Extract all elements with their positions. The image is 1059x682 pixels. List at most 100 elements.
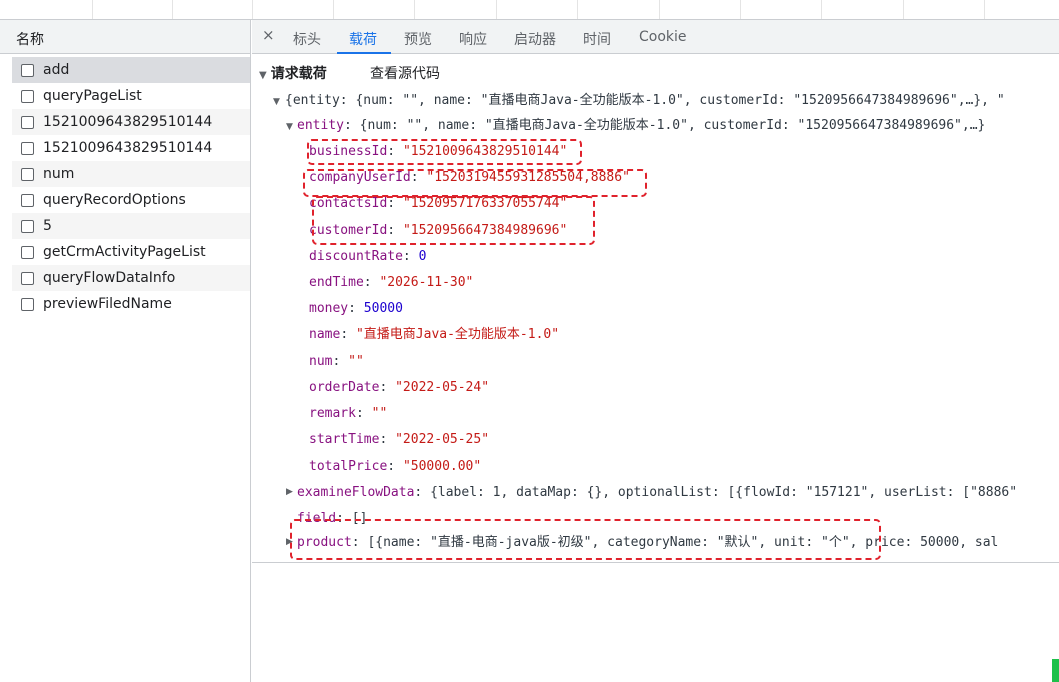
checkbox-icon[interactable]: [21, 89, 34, 103]
name-column-header[interactable]: 名称: [0, 20, 250, 54]
request-name: num: [43, 166, 75, 182]
field-row-endTime: endTime: "2026-11-30": [309, 275, 474, 290]
timeline-cell: [496, 0, 497, 19]
collapse-triangle-icon[interactable]: ▼: [286, 122, 293, 132]
field-key: discountRate: [309, 249, 403, 264]
request-row[interactable]: num: [12, 161, 250, 187]
request-name: 1521009643829510144: [43, 114, 213, 130]
field-key: startTime: [309, 432, 380, 447]
checkbox-icon[interactable]: [21, 219, 34, 233]
timeline-cell: [821, 0, 822, 19]
field-row-discountRate: discountRate: 0: [309, 249, 427, 264]
field-key: remark: [309, 406, 356, 421]
request-name: queryPageList: [43, 88, 142, 104]
timeline-cell: [92, 0, 93, 19]
request-name: 5: [43, 218, 52, 234]
field-key: money: [309, 301, 349, 316]
timeline-cell: [577, 0, 578, 19]
entity-key: entity: [297, 118, 344, 133]
field-value: "2026-11-30": [379, 275, 474, 290]
examine-summary: {label: 1, dataMap: {}, optionalList: [{…: [430, 485, 1018, 500]
field-value: "直播电商Java-全功能版本-1.0": [355, 327, 560, 342]
request-row-add[interactable]: add: [12, 57, 250, 83]
field-value: 0: [418, 249, 427, 264]
field-row-remark: remark: "": [309, 406, 388, 421]
field-row-startTime: startTime: "2022-05-25": [309, 432, 490, 447]
annotation-box-companyUserId: [303, 169, 647, 197]
tab-initiator[interactable]: 启动器: [514, 29, 556, 49]
request-name: 1521009643829510144: [43, 140, 213, 156]
request-row[interactable]: 1521009643829510144: [12, 135, 250, 161]
timeline-cell: [659, 0, 660, 19]
checkbox-icon[interactable]: [21, 141, 34, 155]
active-tab-indicator: [337, 52, 391, 54]
collapse-triangle-icon[interactable]: ▼: [273, 97, 280, 107]
timeline-strip: [0, 0, 1059, 20]
checkbox-icon[interactable]: [21, 167, 34, 181]
request-list-pane: 名称 add queryPageList 1521009643829510144…: [0, 20, 251, 682]
field-row-num: num: "": [309, 354, 364, 369]
request-row[interactable]: 5: [12, 213, 250, 239]
checkbox-icon[interactable]: [21, 115, 34, 129]
timeline-cell: [172, 0, 173, 19]
request-row[interactable]: queryFlowDataInfo: [12, 265, 250, 291]
field-row-money: money: 50000: [309, 301, 403, 316]
tab-preview[interactable]: 预览: [404, 29, 432, 49]
checkbox-icon[interactable]: [21, 63, 34, 77]
annotation-box-businessId: [307, 139, 582, 165]
field-value: "2022-05-24": [395, 380, 490, 395]
tab-cookies[interactable]: Cookie: [639, 29, 687, 45]
field-row-totalPrice: totalPrice: "50000.00": [309, 459, 482, 474]
field-value: "2022-05-25": [395, 432, 490, 447]
timeline-cell: [414, 0, 415, 19]
field-key: endTime: [309, 275, 364, 290]
field-row-orderDate: orderDate: "2022-05-24": [309, 380, 490, 395]
timeline-cell: [252, 0, 253, 19]
timeline-cell: [333, 0, 334, 19]
checkbox-icon[interactable]: [21, 193, 34, 207]
field-key: name: [309, 327, 341, 342]
payload-bottom-divider: [252, 562, 1059, 563]
checkbox-icon[interactable]: [21, 271, 34, 285]
request-name: previewFiledName: [43, 296, 172, 312]
detail-tab-bar: 标头 载荷 预览 响应 启动器 时间 Cookie: [252, 20, 1059, 54]
field-row-name: name: "直播电商Java-全功能版本-1.0": [309, 327, 560, 342]
entity-row[interactable]: entity: {num: "", name: "直播电商Java-全功能版本-…: [297, 117, 985, 135]
timeline-cell: [903, 0, 904, 19]
tab-response[interactable]: 响应: [459, 29, 487, 49]
request-name: getCrmActivityPageList: [43, 244, 206, 260]
view-source-link[interactable]: 查看源代码: [370, 63, 440, 83]
annotation-box-product: [290, 519, 881, 560]
field-key: orderDate: [309, 380, 380, 395]
checkbox-icon[interactable]: [21, 297, 34, 311]
tab-timing[interactable]: 时间: [583, 29, 611, 49]
request-name: add: [43, 62, 70, 78]
request-row[interactable]: queryRecordOptions: [12, 187, 250, 213]
payload-section-title: 请求载荷: [270, 66, 327, 82]
field-value: 50000: [363, 301, 403, 316]
timeline-cell: [740, 0, 741, 19]
request-row[interactable]: queryPageList: [12, 83, 250, 109]
expand-triangle-icon[interactable]: ▶: [286, 487, 293, 497]
field-value: "50000.00": [402, 459, 482, 474]
request-row[interactable]: previewFiledName: [12, 291, 250, 317]
green-status-marker: [1052, 659, 1059, 682]
timeline-cell: [984, 0, 985, 19]
payload-root-summary[interactable]: {entity: {num: "", name: "直播电商Java-全功能版本…: [285, 92, 1005, 110]
examine-key: examineFlowData: [297, 485, 415, 500]
field-value: "": [371, 406, 388, 421]
collapse-triangle-icon[interactable]: ▼: [259, 70, 267, 81]
field-value: "": [348, 354, 364, 369]
close-icon[interactable]: ×: [262, 26, 275, 44]
tab-payload[interactable]: 载荷: [349, 29, 377, 49]
request-row[interactable]: 1521009643829510144: [12, 109, 250, 135]
examine-flow-data-row[interactable]: examineFlowData: {label: 1, dataMap: {},…: [297, 484, 1017, 502]
field-key: num: [309, 354, 333, 369]
request-row[interactable]: getCrmActivityPageList: [12, 239, 250, 265]
tab-headers[interactable]: 标头: [293, 29, 321, 49]
checkbox-icon[interactable]: [21, 245, 34, 259]
request-name: queryRecordOptions: [43, 192, 186, 208]
payload-section-header[interactable]: ▼ 请求载荷: [259, 63, 327, 83]
name-column-label: 名称: [16, 32, 44, 48]
annotation-box-contacts-customer: [312, 196, 595, 245]
